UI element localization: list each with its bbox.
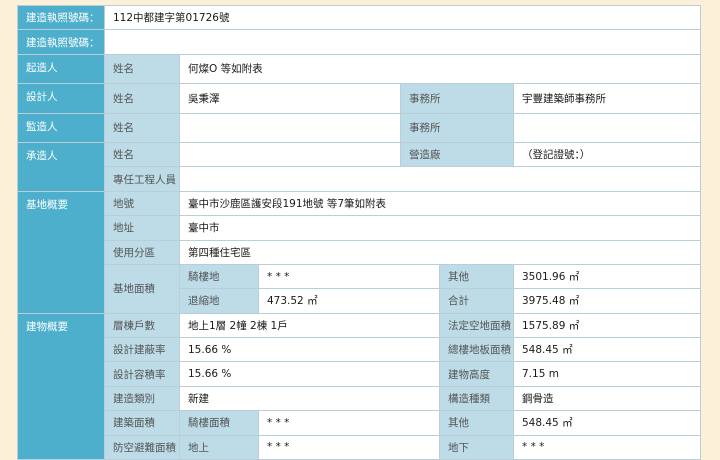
supervisor-name-label: 姓名: [104, 112, 180, 143]
site-total-value: 3975.48 ㎡: [512, 288, 702, 314]
contractor-row: 承造人 姓名 營造廠 （登記證號：）: [17, 141, 702, 192]
building-legal-open-label: 法定空地面積: [439, 312, 514, 339]
applicant-row: 起造人 姓名 何燦O 等如附表: [17, 53, 702, 85]
contractor-engineer-row: 專任工程人員: [18, 166, 702, 192]
supervisor-section-label: 監造人: [17, 112, 105, 143]
site-zoning-label: 使用分區: [104, 239, 180, 265]
building-type-value: 新建: [179, 385, 440, 412]
building-area-row: 建築面積 騎樓面積 * * * 其他 548.45 ㎡: [18, 410, 702, 436]
building-floors-label: 層棟戶數: [104, 312, 180, 339]
site-arcade-value: * * *: [258, 263, 440, 290]
site-arcade-label: 騎樓地: [179, 263, 259, 290]
supervisor-name-value: [179, 112, 401, 143]
building-shelter-label: 防空避難面積: [104, 434, 180, 460]
building-shelter-row: 防空避難面積 地上 * * * 地下 * * *: [18, 434, 702, 460]
site-other-value: 3501.96 ㎡: [512, 263, 702, 290]
building-coverage-label: 設計建蔽率: [104, 337, 180, 363]
permit-number-label-2: 建造執照號碼：: [17, 29, 105, 55]
site-address-row: 地址 臺中市: [18, 215, 702, 241]
designer-name-value: 吳秉澤: [179, 83, 401, 114]
site-zoning-row: 使用分區 第四種住宅區: [18, 239, 702, 265]
building-far-row: 設計容積率 15.66 % 建物高度 7.15 m: [18, 361, 702, 387]
building-legal-open-value: 1575.89 ㎡: [512, 312, 702, 339]
building-floor-area-value: 548.45 ㎡: [512, 337, 702, 363]
building-other-label: 其他: [439, 410, 514, 436]
designer-name-label: 姓名: [104, 83, 180, 114]
site-lot-value: 臺中市沙鹿區護安段191地號 等7筆如附表: [178, 190, 702, 217]
site-total-label: 合計: [439, 288, 514, 314]
site-lot-label: 地號: [104, 190, 180, 217]
permit-number-value-2: [103, 29, 702, 55]
site-area-label: 基地面積: [104, 263, 180, 314]
contractor-section-label: 承造人: [17, 141, 105, 192]
designer-office-label: 事務所: [400, 83, 514, 114]
permit-number-value: 112中都建字第01726號: [103, 4, 702, 31]
building-section-label: 建物概要: [17, 312, 105, 460]
applicant-name-value: 何燦O 等如附表: [178, 53, 702, 85]
building-build-area-label: 建築面積: [104, 410, 180, 436]
building-type-row: 建造類別 新建 構造種類 鋼骨造: [18, 385, 702, 412]
site-lot-row: 基地概要 地號 臺中市沙鹿區護安段191地號 等7筆如附表: [17, 190, 702, 314]
permit-number-row: 建造執照號碼： 112中都建字第01726號: [17, 4, 702, 31]
building-height-value: 7.15 m: [512, 361, 702, 387]
designer-row: 設計人 姓名 吳秉澤 事務所 宇豐建築師事務所: [17, 83, 702, 114]
site-address-value: 臺中市: [178, 215, 702, 241]
contractor-firm-label: 營造廠: [400, 141, 514, 168]
permit-detail-table: 建造執照號碼： 112中都建字第01726號 建造執照號碼： 起造人 姓名 何燦…: [17, 4, 702, 460]
building-above-value: * * *: [258, 434, 440, 460]
site-area-row-1: 基地面積 騎樓地 * * * 其他 3501.96 ㎡: [18, 263, 702, 314]
designer-section-label: 設計人: [17, 83, 105, 114]
site-setback-value: 473.52 ㎡: [258, 288, 440, 314]
permit-detail-panel: 建造執照號碼： 112中都建字第01726號 建造執照號碼： 起造人 姓名 何燦…: [17, 4, 702, 460]
designer-office-value: 宇豐建築師事務所: [512, 83, 702, 114]
permit-number-row-2: 建造執照號碼：: [17, 29, 702, 55]
site-section-label: 基地概要: [17, 190, 105, 314]
applicant-section-label: 起造人: [17, 53, 105, 85]
supervisor-row: 監造人 姓名 事務所: [17, 112, 702, 143]
contractor-engineer-value: [178, 166, 702, 192]
building-floor-area-label: 總樓地板面積: [439, 337, 514, 363]
supervisor-office-label: 事務所: [400, 112, 514, 143]
contractor-name-value: [179, 141, 401, 168]
building-type-label: 建造類別: [104, 385, 180, 412]
building-height-label: 建物高度: [439, 361, 514, 387]
site-other-label: 其他: [439, 263, 514, 290]
building-coverage-value: 15.66 %: [179, 337, 440, 363]
site-zoning-value: 第四種住宅區: [178, 239, 702, 265]
contractor-name-label: 姓名: [104, 141, 180, 168]
site-setback-label: 退縮地: [179, 288, 259, 314]
building-far-value: 15.66 %: [179, 361, 440, 387]
building-below-value: * * *: [512, 434, 702, 460]
permit-number-label: 建造執照號碼：: [17, 4, 105, 31]
building-coverage-row: 設計建蔽率 15.66 % 總樓地板面積 548.45 ㎡: [18, 337, 702, 363]
site-address-label: 地址: [104, 215, 180, 241]
building-other-value: 548.45 ㎡: [512, 410, 702, 436]
building-below-label: 地下: [439, 434, 514, 460]
building-above-label: 地上: [179, 434, 259, 460]
building-floors-row: 建物概要 層棟戶數 地上1層 2幢 2棟 1戶 法定空地面積 1575.89 ㎡: [17, 312, 702, 460]
building-arcade-area-value: * * *: [258, 410, 440, 436]
applicant-name-label: 姓名: [104, 53, 180, 85]
building-structure-value: 鋼骨造: [512, 385, 702, 412]
contractor-firm-value: （登記證號：）: [512, 141, 702, 168]
contractor-engineer-label: 專任工程人員: [104, 166, 180, 192]
supervisor-office-value: [512, 112, 702, 143]
building-arcade-area-label: 騎樓面積: [179, 410, 259, 436]
building-structure-label: 構造種類: [439, 385, 514, 412]
building-far-label: 設計容積率: [104, 361, 180, 387]
building-floors-value: 地上1層 2幢 2棟 1戶: [179, 312, 440, 339]
